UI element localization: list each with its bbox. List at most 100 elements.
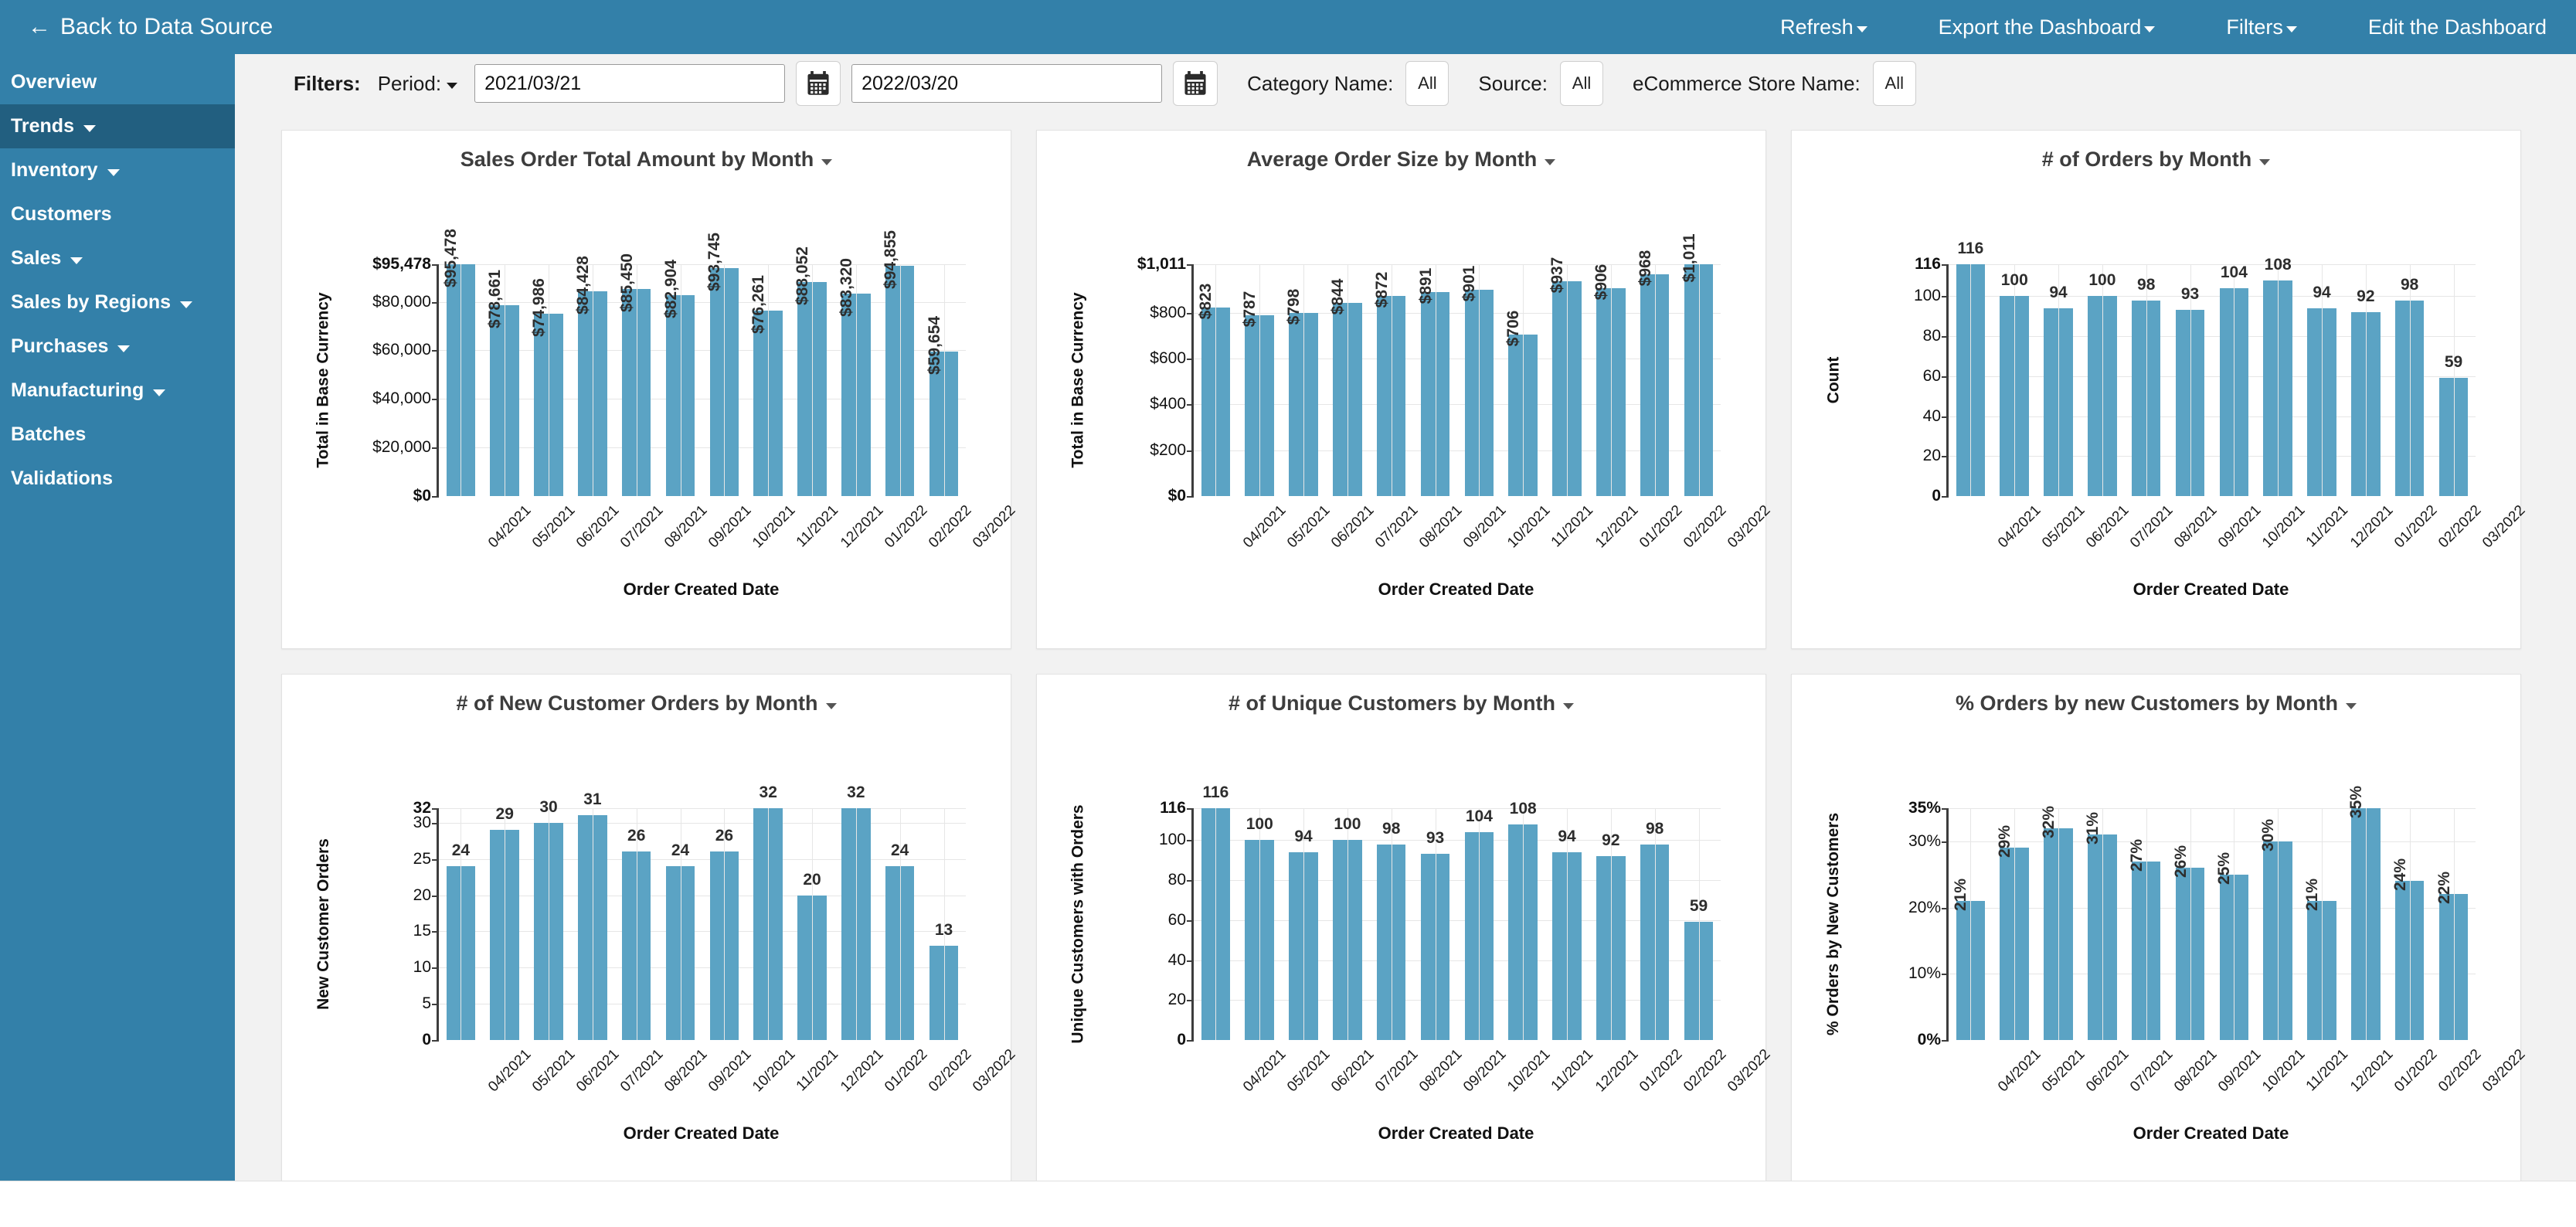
bar-item[interactable]: 59 [2432,264,2476,496]
period-dropdown[interactable]: Period: [378,72,457,96]
bar-item[interactable]: 27% [2124,808,2168,1040]
bar-item[interactable]: 100 [1325,808,1369,1040]
topnav-item-refresh[interactable]: Refresh [1780,15,1867,39]
bar-item[interactable]: 104 [1457,808,1501,1040]
bar-item[interactable]: $59,654 [922,264,966,496]
bar-item[interactable]: $706 [1501,264,1545,496]
bar-item[interactable]: 24 [439,808,483,1040]
bar-item[interactable]: 31 [570,808,614,1040]
date-from-calendar-button[interactable] [796,61,841,106]
sidebar-item-purchases[interactable]: Purchases [0,325,235,369]
sidebar-item-sales-by-regions[interactable]: Sales by Regions [0,280,235,325]
bar-item[interactable]: $83,320 [834,264,878,496]
bar-item[interactable]: 93 [2168,264,2212,496]
bar-item[interactable]: $84,428 [570,264,614,496]
topnav-item-edit-the-dashboard[interactable]: Edit the Dashboard [2368,15,2547,39]
bar-item[interactable]: 20 [790,808,834,1040]
back-to-data-source-link[interactable]: ← Back to Data Source [28,14,273,40]
bar-item[interactable]: 93 [1413,808,1457,1040]
bar-item[interactable]: $76,261 [746,264,790,496]
bar-item[interactable]: 94 [2037,264,2081,496]
bar-item[interactable]: $787 [1238,264,1282,496]
bar-item[interactable]: 30% [2256,808,2300,1040]
chart-title-number-of-orders-by-month[interactable]: # of Orders by Month [1792,131,2520,172]
source-filter-button[interactable]: All [1560,61,1603,106]
chart-title-sales-order-total-amount-by-month[interactable]: Sales Order Total Amount by Month [282,131,1011,172]
sidebar-item-validations[interactable]: Validations [0,457,235,501]
sidebar-item-overview[interactable]: Overview [0,60,235,104]
bar-item[interactable]: 100 [1993,264,2037,496]
bar-item[interactable]: 26 [614,808,658,1040]
bar-item[interactable]: 108 [2256,264,2300,496]
bar-item[interactable]: 32 [746,808,790,1040]
sidebar-item-batches[interactable]: Batches [0,413,235,457]
bar-item[interactable]: $798 [1282,264,1326,496]
bar-item[interactable]: 26% [2168,808,2212,1040]
bar-item[interactable]: 25% [2212,808,2256,1040]
bar-item[interactable]: 35% [2343,808,2387,1040]
bar-item[interactable]: $74,986 [527,264,571,496]
bar-item[interactable]: 32 [834,808,878,1040]
bar-item[interactable]: $901 [1457,264,1501,496]
bar-item[interactable]: 116 [1949,264,1993,496]
chart-title-percent-orders-by-new-customers-by-month[interactable]: % Orders by new Customers by Month [1792,675,2520,715]
bar-item[interactable]: 98 [2124,264,2168,496]
bar-item[interactable]: 94 [2300,264,2344,496]
bar-item[interactable]: 100 [1238,808,1282,1040]
bar-item[interactable]: 108 [1501,808,1545,1040]
topnav-item-filters[interactable]: Filters [2226,15,2297,39]
bar-item[interactable]: 29 [483,808,527,1040]
bar-item[interactable]: 94 [1545,808,1589,1040]
category-name-filter-button[interactable]: All [1405,61,1449,106]
bar-item[interactable]: 98 [1633,808,1677,1040]
bar-item[interactable]: $844 [1325,264,1369,496]
bar-item[interactable]: $891 [1413,264,1457,496]
bar-item[interactable]: 21% [1949,808,1993,1040]
bar-item[interactable]: 92 [2343,264,2387,496]
sidebar-item-customers[interactable]: Customers [0,192,235,236]
bar-item[interactable]: $85,450 [614,264,658,496]
bar-item[interactable]: $82,904 [658,264,702,496]
bar-item[interactable]: 116 [1194,808,1238,1040]
bar-item[interactable]: 22% [2432,808,2476,1040]
ecommerce-store-name-filter-button[interactable]: All [1873,61,1916,106]
bar-item[interactable]: $906 [1589,264,1633,496]
bar-item[interactable]: 21% [2300,808,2344,1040]
bar-item[interactable]: $968 [1633,264,1677,496]
bar-item[interactable]: 100 [2080,264,2124,496]
sidebar-item-trends[interactable]: Trends [0,104,235,148]
bar-item[interactable]: 29% [1993,808,2037,1040]
sidebar-item-inventory[interactable]: Inventory [0,148,235,192]
topnav-item-export-the-dashboard[interactable]: Export the Dashboard [1939,15,2156,39]
bar-item[interactable]: 32% [2037,808,2081,1040]
bar-item[interactable]: $95,478 [439,264,483,496]
bar-item[interactable]: $872 [1369,264,1413,496]
bar-item[interactable]: 31% [2080,808,2124,1040]
bar-item[interactable]: $94,855 [878,264,922,496]
bar-item[interactable]: $1,011 [1677,264,1721,496]
bar-item[interactable]: 92 [1589,808,1633,1040]
bar-item[interactable]: $93,745 [702,264,746,496]
date-to-calendar-button[interactable] [1173,61,1218,106]
date-from-input[interactable] [474,64,785,103]
chart-title-average-order-size-by-month[interactable]: Average Order Size by Month [1037,131,1765,172]
bar-item[interactable]: 94 [1282,808,1326,1040]
chart-title-number-of-unique-customers-by-month[interactable]: # of Unique Customers by Month [1037,675,1765,715]
bar-item[interactable]: $937 [1545,264,1589,496]
bar-item[interactable]: 98 [1369,808,1413,1040]
bar-item[interactable]: $88,052 [790,264,834,496]
bar-item[interactable]: 24 [878,808,922,1040]
date-to-input[interactable] [851,64,1162,103]
bar-item[interactable]: 24 [658,808,702,1040]
bar-item[interactable]: 26 [702,808,746,1040]
bar-item[interactable]: 59 [1677,808,1721,1040]
sidebar-item-sales[interactable]: Sales [0,236,235,280]
bar-item[interactable]: $823 [1194,264,1238,496]
bar-item[interactable]: 30 [527,808,571,1040]
chart-title-number-of-new-customer-orders-by-month[interactable]: # of New Customer Orders by Month [282,675,1011,715]
bar-item[interactable]: $78,661 [483,264,527,496]
bar-item[interactable]: 24% [2387,808,2432,1040]
bar-item[interactable]: 98 [2387,264,2432,496]
sidebar-item-manufacturing[interactable]: Manufacturing [0,369,235,413]
bar-item[interactable]: 13 [922,808,966,1040]
